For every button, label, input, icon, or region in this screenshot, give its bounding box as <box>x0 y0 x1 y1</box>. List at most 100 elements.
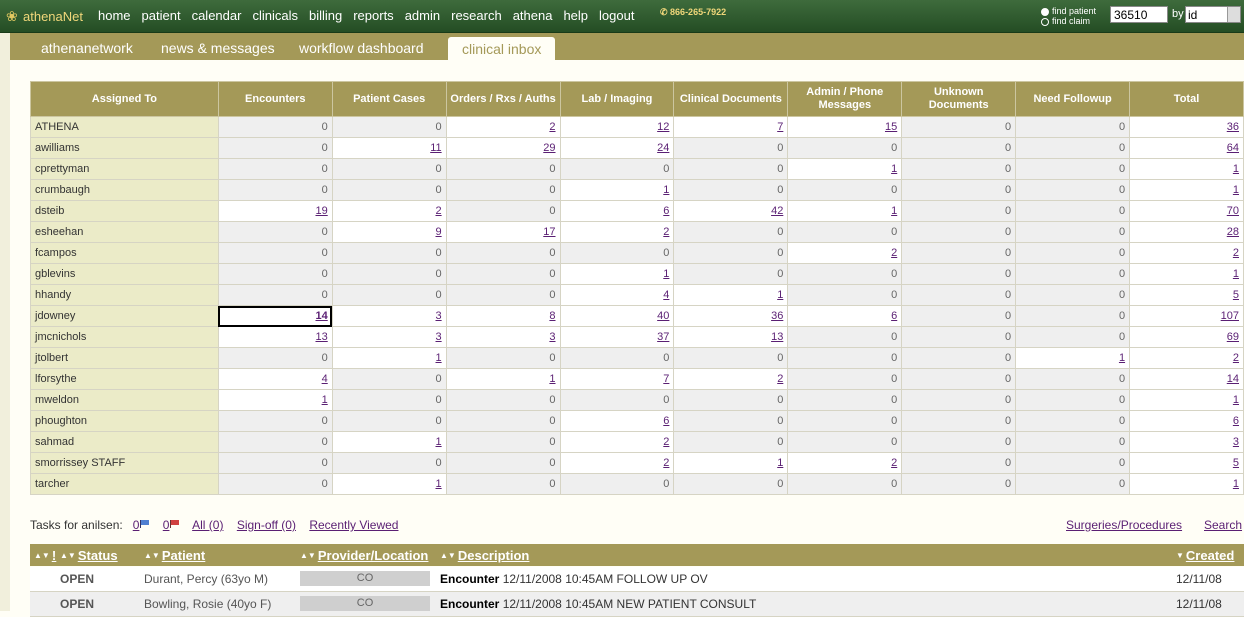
count-link[interactable]: 2 <box>559 431 675 453</box>
count-link[interactable]: 9 <box>331 221 447 243</box>
sort-provider-column[interactable]: ▲▼ Provider/Location <box>300 548 428 563</box>
count-link[interactable]: 37 <box>559 326 675 348</box>
count-link[interactable]: 1 <box>1129 263 1244 285</box>
count-link[interactable]: 14 <box>217 305 333 327</box>
count-link[interactable]: 3 <box>331 326 447 348</box>
nav-help[interactable]: help <box>563 8 588 23</box>
by-select[interactable]: id <box>1185 6 1241 23</box>
count-link[interactable]: 1 <box>217 389 333 411</box>
task-patient[interactable]: Bowling, Rosie (40yo F) <box>144 597 271 611</box>
count-link[interactable]: 70 <box>1129 200 1244 222</box>
count-link[interactable]: 5 <box>1129 452 1244 474</box>
sort-description-column[interactable]: ▲▼ Description <box>440 548 529 563</box>
tab-workflow-dashboard[interactable]: workflow dashboard <box>299 40 424 56</box>
athenanet-logo[interactable]: ❀ athenaNet <box>6 6 83 26</box>
count-link[interactable]: 3 <box>445 326 561 348</box>
count-link[interactable]: 2 <box>559 221 675 243</box>
count-link[interactable]: 1 <box>1015 347 1131 369</box>
count-link[interactable]: 2 <box>559 452 675 474</box>
count-link[interactable]: 6 <box>559 200 675 222</box>
count-link[interactable]: 1 <box>559 179 675 201</box>
count-link[interactable]: 5 <box>1129 284 1244 306</box>
count-link[interactable]: 2 <box>1129 242 1244 264</box>
count-link[interactable]: 6 <box>787 305 903 327</box>
count-link[interactable]: 1 <box>787 158 903 180</box>
signoff-link[interactable]: Sign-off (0) <box>237 518 296 532</box>
count-link[interactable]: 13 <box>673 326 789 348</box>
count-link[interactable]: 4 <box>217 368 333 390</box>
find-claim-radio[interactable]: find claim <box>1041 16 1096 26</box>
count-link[interactable]: 1 <box>331 431 447 453</box>
count-link[interactable]: 19 <box>217 200 333 222</box>
count-link[interactable]: 1 <box>1129 473 1244 495</box>
count-link[interactable]: 12 <box>559 116 675 138</box>
count-link[interactable]: 2 <box>787 242 903 264</box>
count-link[interactable]: 36 <box>673 305 789 327</box>
nav-admin[interactable]: admin <box>405 8 440 23</box>
count-link[interactable]: 64 <box>1129 137 1244 159</box>
tab-athenanetwork[interactable]: athenanetwork <box>41 40 133 56</box>
task-row[interactable]: OPEN Bowling, Rosie (40yo F) CO Encounte… <box>30 592 1244 617</box>
search-link[interactable]: Search <box>1204 518 1242 532</box>
count-link[interactable]: 1 <box>331 473 447 495</box>
sort-status-column[interactable]: ▲▼ Status <box>60 548 118 563</box>
count-link[interactable]: 107 <box>1129 305 1244 327</box>
sort-created-column[interactable]: ▼ Created <box>1176 548 1234 563</box>
task-row[interactable]: OPEN Durant, Percy (63yo M) CO Encounter… <box>30 567 1244 592</box>
count-link[interactable]: 29 <box>445 137 561 159</box>
count-link[interactable]: 13 <box>217 326 333 348</box>
recently-viewed-link[interactable]: Recently Viewed <box>309 518 398 532</box>
blue-flag-count-link[interactable]: 0 <box>133 518 150 532</box>
nav-research[interactable]: research <box>451 8 502 23</box>
count-link[interactable]: 36 <box>1129 116 1244 138</box>
count-link[interactable]: 1 <box>673 452 789 474</box>
count-link[interactable]: 2 <box>331 200 447 222</box>
nav-athena[interactable]: athena <box>513 8 553 23</box>
count-link[interactable]: 42 <box>673 200 789 222</box>
count-link[interactable]: 6 <box>1129 410 1244 432</box>
tab-news-messages[interactable]: news & messages <box>161 40 275 56</box>
task-description[interactable]: Encounter 12/11/2008 10:45AM NEW PATIENT… <box>440 597 756 611</box>
all-tasks-link[interactable]: All (0) <box>192 518 223 532</box>
nav-patient[interactable]: patient <box>142 8 181 23</box>
count-link[interactable]: 1 <box>787 200 903 222</box>
tab-clinical-inbox[interactable]: clinical inbox <box>448 37 556 62</box>
count-link[interactable]: 1 <box>1129 158 1244 180</box>
red-flag-count-link[interactable]: 0 <box>163 518 180 532</box>
find-input[interactable]: 36510 <box>1110 6 1168 23</box>
count-link[interactable]: 17 <box>445 221 561 243</box>
task-description[interactable]: Encounter 12/11/2008 10:45AM FOLLOW UP O… <box>440 572 708 586</box>
count-link[interactable]: 8 <box>445 305 561 327</box>
count-link[interactable]: 1 <box>673 284 789 306</box>
count-link[interactable]: 14 <box>1129 368 1244 390</box>
sort-flag-column[interactable]: ▲▼! <box>34 548 56 563</box>
count-link[interactable]: 40 <box>559 305 675 327</box>
count-link[interactable]: 2 <box>445 116 561 138</box>
sort-patient-column[interactable]: ▲▼ Patient <box>144 548 205 563</box>
count-link[interactable]: 1 <box>445 368 561 390</box>
count-link[interactable]: 4 <box>559 284 675 306</box>
count-link[interactable]: 7 <box>559 368 675 390</box>
find-patient-radio[interactable]: find patient <box>1041 6 1096 16</box>
nav-clinicals[interactable]: clinicals <box>252 8 298 23</box>
count-link[interactable]: 28 <box>1129 221 1244 243</box>
nav-reports[interactable]: reports <box>353 8 393 23</box>
surgeries-procedures-link[interactable]: Surgeries/Procedures <box>1066 518 1182 532</box>
count-link[interactable]: 1 <box>1129 179 1244 201</box>
nav-calendar[interactable]: calendar <box>192 8 242 23</box>
count-link[interactable]: 1 <box>559 263 675 285</box>
count-link[interactable]: 3 <box>331 305 447 327</box>
nav-logout[interactable]: logout <box>599 8 634 23</box>
count-link[interactable]: 6 <box>559 410 675 432</box>
nav-billing[interactable]: billing <box>309 8 342 23</box>
count-link[interactable]: 2 <box>673 368 789 390</box>
count-link[interactable]: 1 <box>331 347 447 369</box>
count-link[interactable]: 2 <box>1129 347 1244 369</box>
count-link[interactable]: 15 <box>787 116 903 138</box>
count-link[interactable]: 11 <box>331 137 447 159</box>
nav-home[interactable]: home <box>98 8 131 23</box>
count-link[interactable]: 24 <box>559 137 675 159</box>
count-link[interactable]: 1 <box>1129 389 1244 411</box>
count-link[interactable]: 69 <box>1129 326 1244 348</box>
count-link[interactable]: 2 <box>787 452 903 474</box>
